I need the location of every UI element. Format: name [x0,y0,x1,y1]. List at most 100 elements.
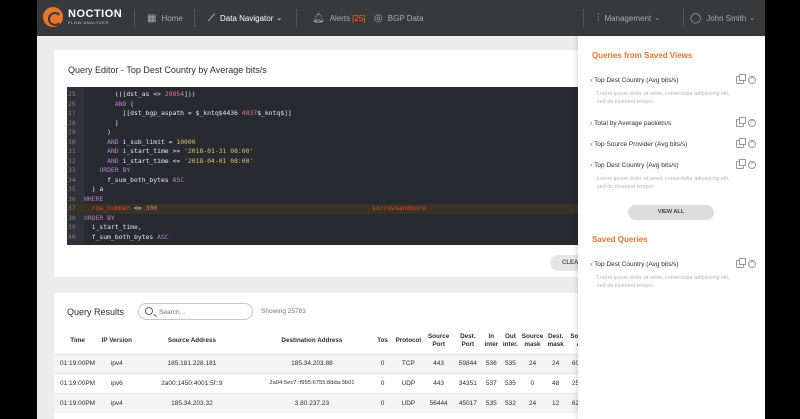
table-cell: TCP [392,353,425,374]
table-row[interactable]: 01:19:00PM ipv4 185.181.228.181 185.34.2… [54,353,595,374]
nav-alerts[interactable]: 🔔︎ Alerts [25] [312,0,366,36]
saved-view-item[interactable]: › Total by Average packets/s [590,117,756,127]
logo-brand: NOCTION [68,8,123,20]
copy-icon[interactable] [736,138,746,148]
saved-view-title: Top Source Provider (Avg bits/s) [594,141,688,148]
table-cell: UDP [392,373,425,393]
nav-divider [194,9,195,27]
table-cell: 185.181.228.181 [132,353,252,374]
delete-icon[interactable] [748,259,756,268]
results-count: Showing 25783 [261,308,306,315]
column-header[interactable]: Out inter. [500,329,520,354]
column-header[interactable]: IP Version [101,329,132,354]
table-header-row: Time IP Version Source Address Destinati… [54,329,595,354]
copy-icon[interactable] [736,117,746,127]
table-cell: ipv4 [101,392,133,413]
code-line: 29 ) [68,128,111,136]
query-results-card: Query Results Showing 25783 Time IP Vers… [54,293,595,419]
table-cell: 0 [372,392,393,413]
saved-query-item[interactable]: ›Top Dest Country (Avg bits/s) Lorem ips… [590,258,756,290]
delete-icon[interactable] [748,139,756,148]
code-line: 31 AND i_start_time >= '2018-01-31 08:00… [68,147,254,155]
chevron-down-icon: ⌄ [749,15,756,22]
table-row[interactable]: 01:19:00PM ipv4 185.34.203.32 3.80.237.2… [54,392,595,413]
saved-view-item[interactable]: ›Top Dest Country (Avg bits/s) Lorem ips… [590,74,756,106]
nav-management[interactable]: ⫶ Management ⌄ [597,0,660,36]
saved-view-item[interactable]: › Top Source Provider (Avg bits/s) [590,138,756,148]
column-header[interactable]: Source Address [132,329,251,354]
bell-icon: 🔔︎ [312,12,325,24]
table-cell: 535 [482,392,501,413]
chevron-down-icon: ⌄ [654,15,661,22]
column-header[interactable]: In inter [482,329,500,354]
nav-divider [683,9,684,27]
code-line: 38 ORDER BY [68,213,115,222]
column-header[interactable]: Dest. mask [544,329,566,354]
saved-view-description: Lorem ipsum dolor sit amet, consectetur … [597,91,730,105]
column-header[interactable]: Source mask [521,329,545,354]
copy-icon[interactable] [736,159,746,169]
table-cell: 443 [424,373,454,393]
chevron-right-icon: › [590,141,593,148]
top-navigation-bar: NOCTION FLOW ANALYZER ▦ Home ⟋ Data Navi… [37,0,765,36]
saved-views-heading: Queries from Saved Views [592,51,693,60]
nav-bgp-data-label: BGP Data [387,13,424,23]
app-window: NOCTION FLOW ANALYZER ▦ Home ⟋ Data Navi… [37,0,765,419]
table-cell: 48 [544,373,567,393]
nav-alerts-label: Alerts [329,13,351,23]
column-header[interactable]: Tos [372,329,392,354]
table-cell: 56444 [424,392,454,413]
line-chart-icon: ⟋ [208,12,215,24]
saved-view-title: Total by Average packets/s [594,120,672,127]
table-cell: 2a04:5ec7::f995:6755:8dda:3b01 [251,373,373,393]
nav-bgp-data[interactable]: ◎ BGP Data [374,0,424,36]
table-cell: 0 [372,353,393,374]
column-header[interactable]: Source Port [424,329,453,354]
code-line: 27 [[dst_bgp_aspath = $_kntq$4436 4837$_… [68,109,292,117]
code-line-error: 37 row_number <= 300 sorrowsandmore [67,204,595,214]
code-editor[interactable]: ... 25 (([dst_as <> 29854])) 26 AND ( 27… [67,87,595,245]
delete-icon[interactable] [748,160,756,169]
user-icon: ◯ [690,12,702,24]
table-cell: 537 [482,373,501,393]
saved-view-title: Top Dest Country (Avg bits/s) [594,77,679,84]
table-cell: ipv4 [101,353,133,374]
nav-divider [134,9,135,27]
column-header[interactable]: Dest. Port [453,329,482,354]
saved-queries-panel: Queries from Saved Views › Top Dest Count… [578,36,765,419]
query-results-title: Query Results [67,307,125,317]
column-header[interactable]: Time [54,329,101,354]
delete-icon[interactable] [748,75,756,84]
table-cell: 3.80.237.23 [251,392,373,413]
column-header[interactable]: Destination Address [251,329,372,354]
table-row[interactable]: 01:19:00PM ipv6 2a00:1450:4001:5f::9 2a0… [54,373,595,393]
user-name: John Smith [706,13,747,23]
column-header[interactable]: Protocol [393,329,424,354]
copy-icon[interactable] [736,74,746,84]
table-cell: 34351 [453,373,483,393]
search-icon [145,307,153,315]
view-all-button[interactable]: VIEW ALL [628,205,714,220]
table-cell: 185.34.203.32 [132,392,252,413]
results-search[interactable] [138,303,253,320]
search-input[interactable] [159,306,249,318]
table-cell: 01:19:00PM [54,392,102,413]
saved-view-item[interactable]: ›Top Dest Country (Avg bits/s) Lorem ips… [590,159,756,191]
delete-icon[interactable] [748,118,756,127]
nav-divider [296,9,297,27]
copy-icon[interactable] [736,258,746,268]
chevron-right-icon: › [590,162,593,169]
saved-query-description: Lorem ipsum dolor sit amet, consectetur … [597,275,730,289]
nav-divider [583,9,584,27]
code-line: 35 ) a [68,185,104,193]
table-cell: 24 [520,392,545,413]
table-cell: 45017 [453,392,483,413]
chevron-right-icon: › [590,77,593,84]
nav-home[interactable]: ▦ Home [147,0,183,36]
query-editor-title: Query Editor - Top Dest Country by Avera… [68,65,267,75]
noction-logo[interactable]: NOCTION FLOW ANALYZER [43,7,122,27]
nav-data-navigator[interactable]: ⟋ Data Navigator ⌄ [208,0,282,36]
saved-queries-heading: Saved Queries [592,235,648,244]
user-menu[interactable]: ◯ John Smith ⌄ [690,0,755,36]
table-cell: UDP [392,392,425,413]
